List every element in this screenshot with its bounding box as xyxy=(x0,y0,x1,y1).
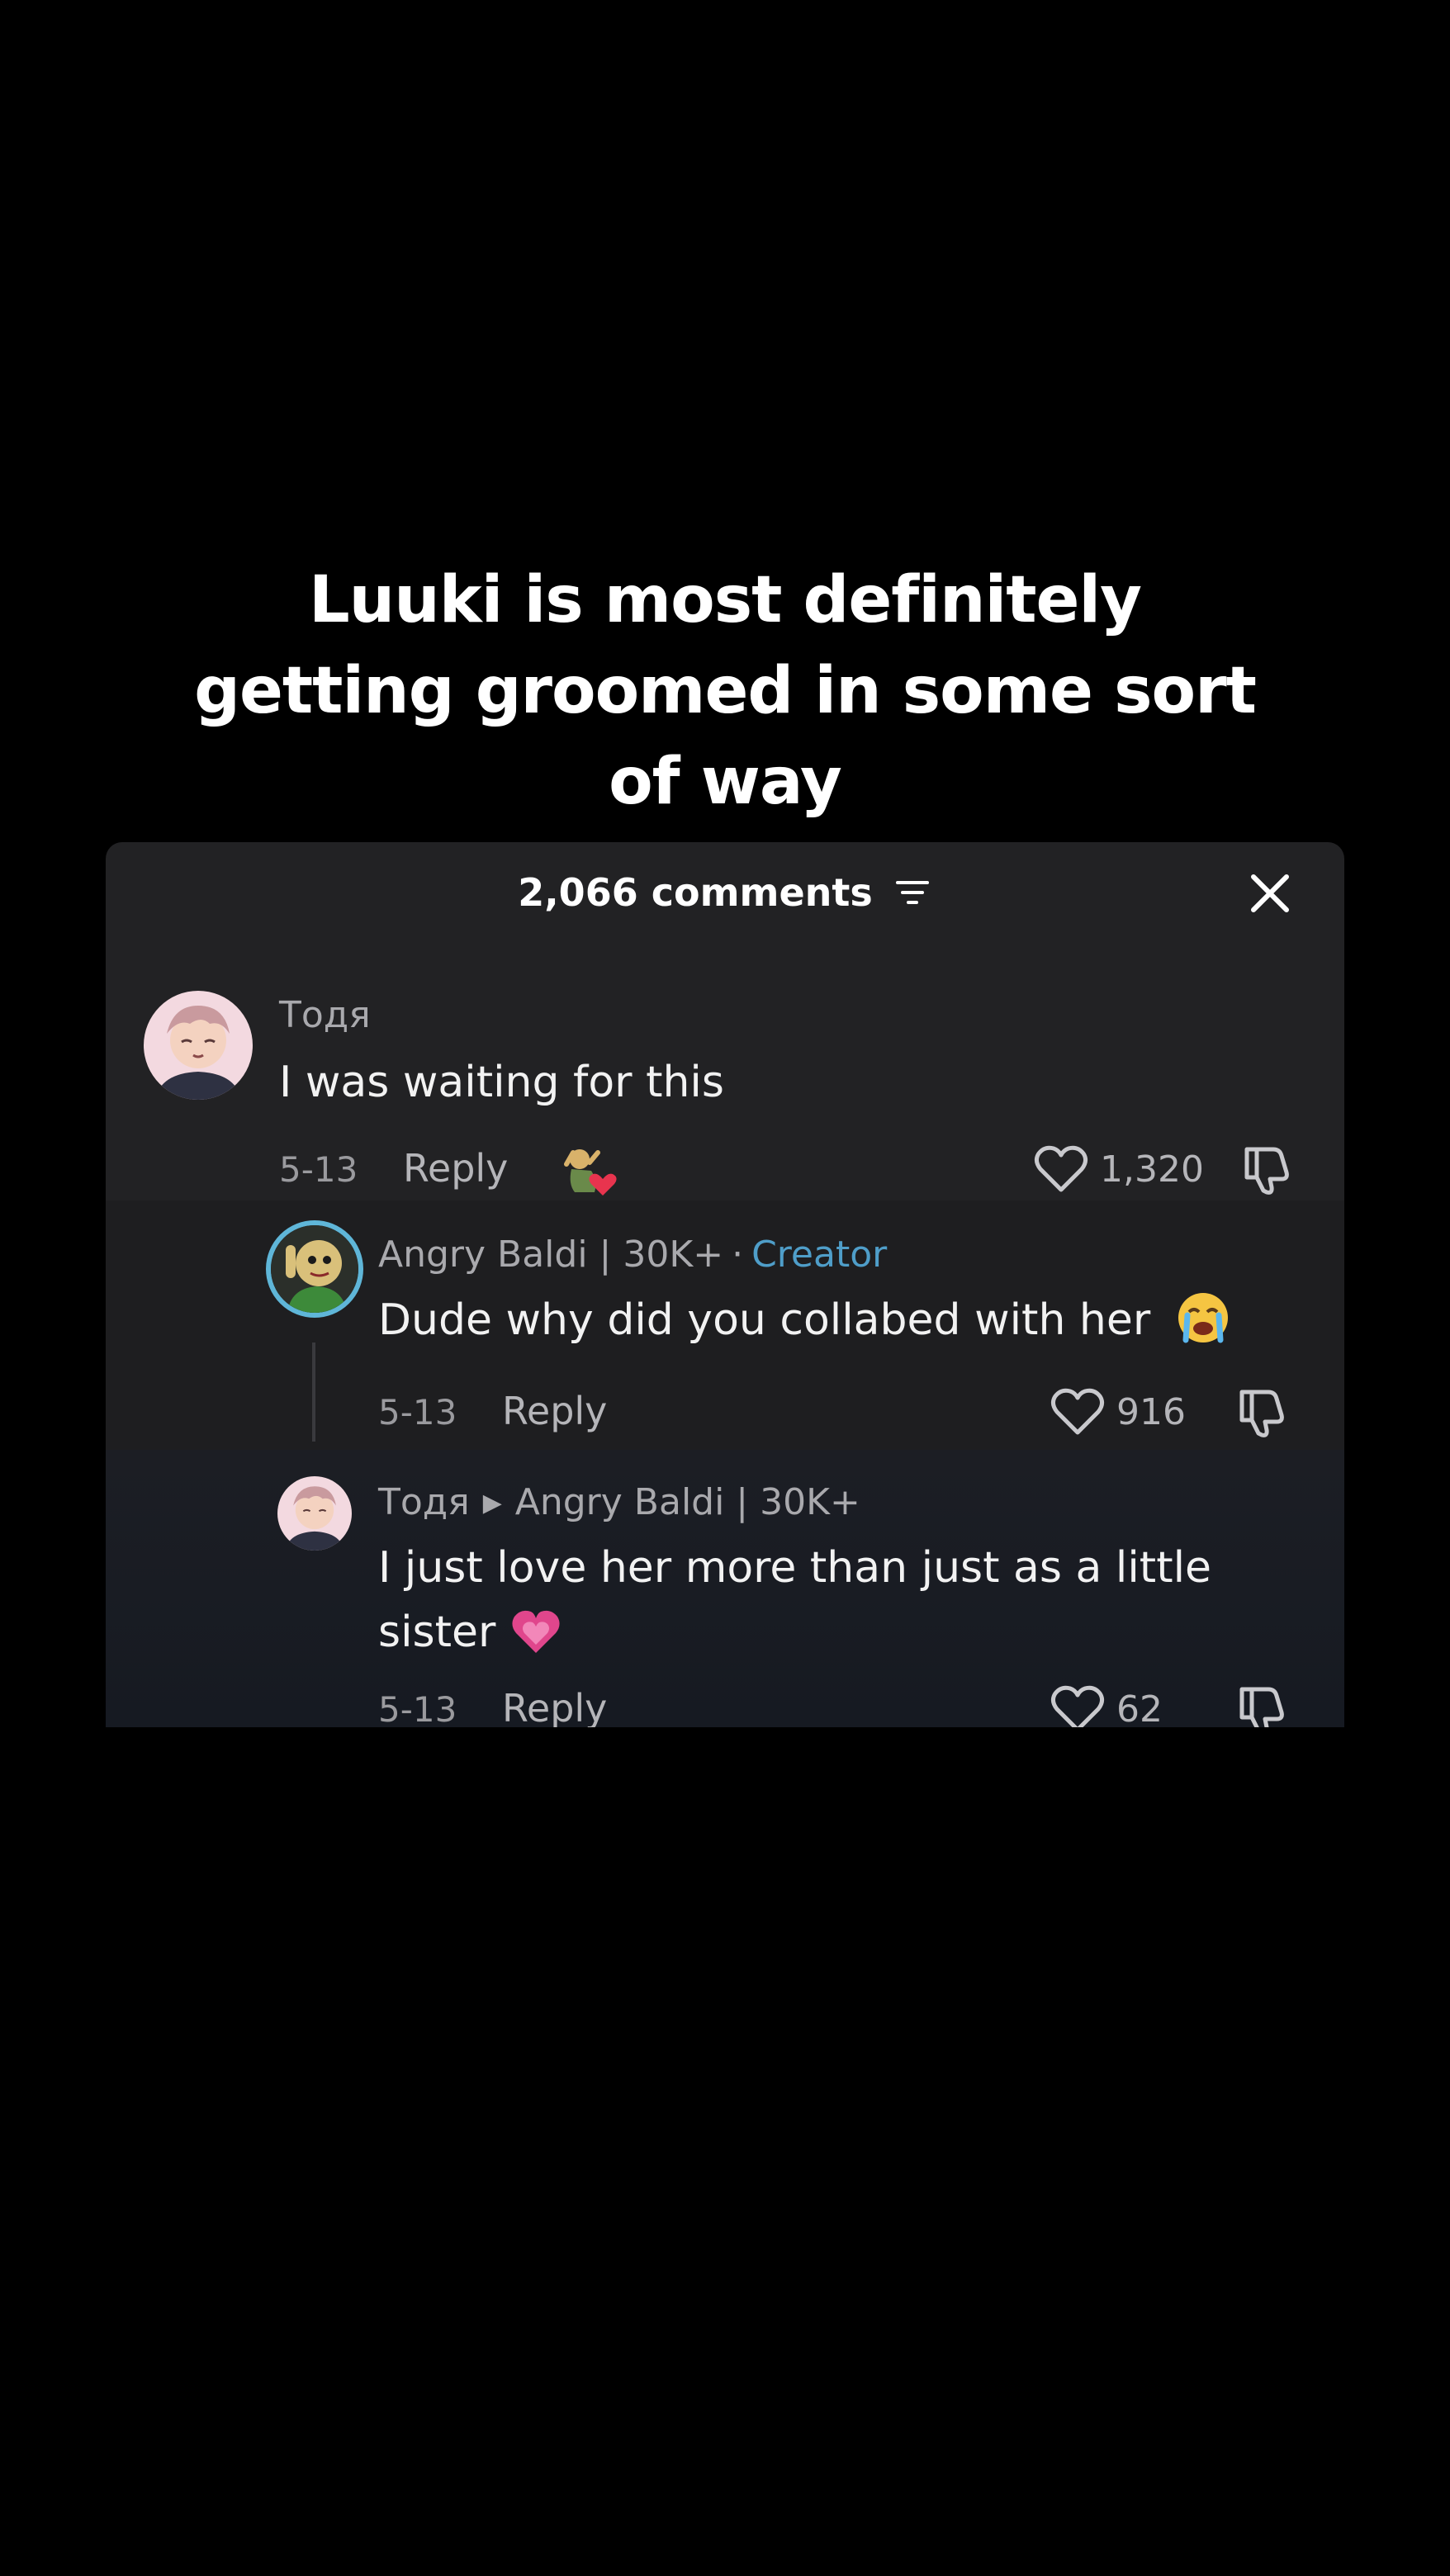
reply-button[interactable]: Reply xyxy=(403,1146,508,1191)
creator-liked-heart-icon xyxy=(564,1149,617,1196)
heart-outline-icon[interactable] xyxy=(1050,1684,1105,1727)
avatar[interactable] xyxy=(144,991,253,1100)
comments-header: 2,066 comments xyxy=(106,842,1344,938)
dislike-icon[interactable] xyxy=(1234,1684,1288,1727)
reply-button[interactable]: Reply xyxy=(502,1686,607,1727)
comments-count-label: 2,066 comments xyxy=(518,869,873,915)
like-button[interactable]: 1,320 xyxy=(1034,1144,1204,1194)
avatar[interactable] xyxy=(277,1476,352,1551)
reply-button[interactable]: Reply xyxy=(502,1389,607,1433)
loudly-crying-face-emoji xyxy=(1178,1293,1228,1343)
creator-avatar[interactable] xyxy=(266,1220,363,1318)
dislike-icon[interactable] xyxy=(1234,1387,1288,1438)
like-button[interactable]: 62 xyxy=(1050,1684,1163,1727)
creator-badge: Creator xyxy=(751,1234,888,1276)
pink-heart-emoji xyxy=(512,1610,560,1653)
comment-author[interactable]: Тодя xyxy=(378,1481,470,1523)
comment-author[interactable]: Тодя xyxy=(279,994,371,1036)
comment-author[interactable]: Angry Baldi | 30K+ xyxy=(378,1234,723,1276)
thread-line xyxy=(312,1342,315,1442)
reply-to-arrow-icon: ▶ xyxy=(482,1489,502,1518)
video-caption: Luuki is most definitely getting groomed… xyxy=(194,563,1257,819)
like-count: 62 xyxy=(1116,1688,1163,1728)
comment-text: I was waiting for this xyxy=(279,1058,724,1107)
comment-text: I just love her more than just as a litt… xyxy=(378,1536,1287,1664)
heart-outline-icon[interactable] xyxy=(1034,1144,1088,1194)
sort-filter-icon[interactable] xyxy=(893,876,932,909)
comments-panel: 2,066 comments Тодя I was waiting for th… xyxy=(106,842,1344,1727)
badge-separator: · xyxy=(732,1234,744,1276)
comment-text-line-2-text: sister xyxy=(378,1608,496,1657)
comment-text: Dude why did you collabed with her xyxy=(378,1295,1151,1345)
comment-item: Тодя I was waiting for this 5-13 Reply 1… xyxy=(106,938,1344,1219)
comment-date: 5-13 xyxy=(378,1392,457,1432)
comment-text-line-1: I just love her more than just as a litt… xyxy=(378,1543,1212,1593)
reply-to-author[interactable]: Angry Baldi | 30K+ xyxy=(515,1481,860,1523)
like-count: 1,320 xyxy=(1100,1148,1204,1191)
heart-outline-icon[interactable] xyxy=(1050,1387,1105,1437)
reply-author-line: Тодя ▶ Angry Baldi | 30K+ xyxy=(378,1481,860,1523)
comments-count-sort[interactable]: 2,066 comments xyxy=(106,867,1344,915)
dislike-icon[interactable] xyxy=(1239,1144,1293,1196)
comment-reply-item: Тодя ▶ Angry Baldi | 30K+ I just love her … xyxy=(106,1450,1344,1727)
comment-reply-item: Angry Baldi | 30K+ · Creator Dude why did … xyxy=(106,1200,1344,1450)
comment-author-line: Angry Baldi | 30K+ · Creator xyxy=(378,1234,887,1276)
comment-date: 5-13 xyxy=(378,1689,457,1727)
comment-date: 5-13 xyxy=(279,1149,358,1190)
comment-text-line: Dude why did you collabed with her xyxy=(378,1288,1230,1352)
comment-text-line-2: sister xyxy=(378,1600,1287,1664)
close-icon[interactable] xyxy=(1247,870,1293,916)
like-button[interactable]: 916 xyxy=(1050,1387,1186,1437)
like-count: 916 xyxy=(1116,1390,1186,1433)
